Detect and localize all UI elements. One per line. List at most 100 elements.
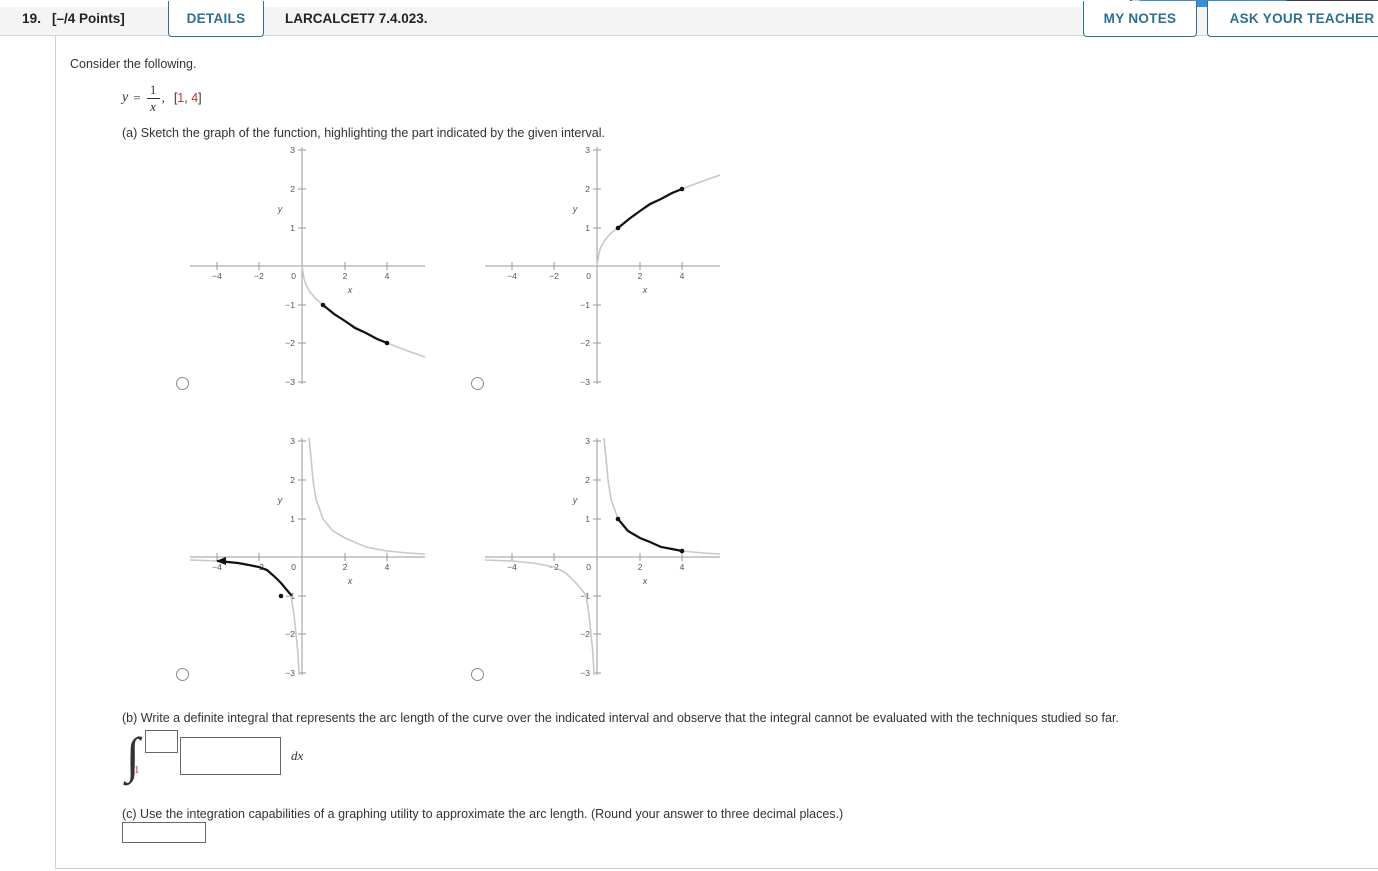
content-frame-bottom-border xyxy=(55,868,1378,869)
svg-text:−2: −2 xyxy=(580,338,590,348)
graph-choice-3-svg: −4 −2 2 4 0 3 2 1 −1 −2 −3 y x xyxy=(189,436,426,678)
svg-text:3: 3 xyxy=(585,436,590,446)
graph-choice-2-svg: −4 −2 2 4 0 3 2 1 −1 −2 −3 y x xyxy=(485,145,721,387)
curve-positive-branch-choice-4 xyxy=(603,437,721,555)
my-notes-button[interactable]: MY NOTES xyxy=(1083,1,1197,37)
svg-text:2: 2 xyxy=(343,271,348,281)
svg-text:4: 4 xyxy=(680,271,685,281)
svg-text:0: 0 xyxy=(586,271,591,281)
svg-text:−1: −1 xyxy=(285,300,295,310)
endpoint-marker xyxy=(679,186,685,192)
integral-lower-limit: 1 xyxy=(134,764,140,776)
svg-text:2: 2 xyxy=(343,562,348,572)
axes-choice-2 xyxy=(485,147,720,384)
svg-text:4: 4 xyxy=(680,562,685,572)
svg-text:2: 2 xyxy=(638,271,643,281)
interval-notation: [1, 4] xyxy=(174,91,202,105)
part-b-text: (b) Write a definite integral that repre… xyxy=(122,711,1119,725)
svg-text:−1: −1 xyxy=(580,591,590,601)
svg-text:0: 0 xyxy=(291,562,296,572)
equation-equals: = xyxy=(133,90,141,106)
svg-text:3: 3 xyxy=(290,145,295,155)
fraction-numerator: 1 xyxy=(149,83,157,97)
endpoint-marker xyxy=(615,516,621,522)
svg-text:x: x xyxy=(347,285,353,295)
svg-text:−2: −2 xyxy=(285,338,295,348)
graph-choice-1[interactable]: −4 −2 2 4 0 3 2 1 −1 −2 −3 y x xyxy=(185,142,430,387)
details-button[interactable]: DETAILS xyxy=(168,1,264,37)
svg-text:3: 3 xyxy=(290,436,295,446)
fraction-denominator: x xyxy=(150,98,156,114)
part-a-text: (a) Sketch the graph of the function, hi… xyxy=(122,126,605,140)
question-page: 19. [–/4 Points] DETAILS LARCALCET7 7.4.… xyxy=(0,0,1378,871)
radio-choice-4[interactable] xyxy=(471,668,484,681)
dx-label: dx xyxy=(291,748,304,763)
question-header-bar: 19. [–/4 Points] DETAILS LARCALCET7 7.4.… xyxy=(0,1,1378,37)
graph-choice-1-svg: −4 −2 2 4 0 3 2 1 −1 −2 −3 y x xyxy=(190,145,426,387)
part-c-text: (c) Use the integration capabilities of … xyxy=(122,807,844,821)
axes-choice-3 xyxy=(190,438,425,675)
svg-text:−2: −2 xyxy=(549,271,559,281)
endpoint-marker xyxy=(320,302,326,308)
problem-intro-text: Consider the following. xyxy=(70,57,197,71)
svg-text:−2: −2 xyxy=(580,629,590,639)
graph-choice-4-svg: −4 −2 2 4 0 3 2 1 −1 −2 −3 y x xyxy=(484,436,721,678)
svg-text:1: 1 xyxy=(585,223,590,233)
svg-text:−4: −4 xyxy=(212,271,222,281)
svg-text:2: 2 xyxy=(585,184,590,194)
svg-text:2: 2 xyxy=(290,475,295,485)
graph-choice-4[interactable]: −4 −2 2 4 0 3 2 1 −1 −2 −3 y x xyxy=(480,433,725,678)
radio-choice-2[interactable] xyxy=(471,377,484,390)
part-c-answer-input[interactable] xyxy=(122,822,206,843)
svg-text:y: y xyxy=(572,204,578,214)
svg-text:4: 4 xyxy=(385,562,390,572)
radio-choice-1[interactable] xyxy=(176,377,189,390)
curve-full-choice-2 xyxy=(596,174,721,267)
axes-choice-1 xyxy=(190,147,425,384)
svg-text:−4: −4 xyxy=(507,562,517,572)
svg-text:−3: −3 xyxy=(285,377,295,387)
svg-text:1: 1 xyxy=(290,514,295,524)
equation-comma: , xyxy=(161,90,165,106)
integral-upper-limit-input[interactable] xyxy=(145,730,178,753)
curve-negative-branch-choice-4 xyxy=(484,559,595,676)
svg-text:1: 1 xyxy=(290,223,295,233)
axes-choice-4 xyxy=(485,438,720,675)
svg-text:−3: −3 xyxy=(580,377,590,387)
integrand-input[interactable] xyxy=(180,737,281,775)
interval-close-bracket: ] xyxy=(198,91,202,106)
svg-text:x: x xyxy=(642,576,648,586)
svg-text:−4: −4 xyxy=(212,562,222,572)
fraction: 1 x xyxy=(146,83,160,114)
equation-lhs: y xyxy=(122,90,129,106)
svg-text:−2: −2 xyxy=(285,629,295,639)
endpoint-marker xyxy=(384,340,390,346)
svg-text:y: y xyxy=(572,495,578,505)
curve-highlight-choice-2 xyxy=(616,187,684,230)
svg-text:y: y xyxy=(277,204,283,214)
svg-text:−4: −4 xyxy=(507,271,517,281)
ask-your-teacher-button[interactable]: ASK YOUR TEACHER xyxy=(1207,1,1378,37)
svg-text:3: 3 xyxy=(585,145,590,155)
endpoint-marker xyxy=(615,225,621,231)
graph-choice-2[interactable]: −4 −2 2 4 0 3 2 1 −1 −2 −3 y x xyxy=(480,142,725,387)
question-number: 19. xyxy=(22,11,42,26)
svg-text:2: 2 xyxy=(638,562,643,572)
svg-text:x: x xyxy=(642,285,648,295)
graph-choice-3[interactable]: −4 −2 2 4 0 3 2 1 −1 −2 −3 y x xyxy=(185,433,430,678)
svg-text:0: 0 xyxy=(291,271,296,281)
points-badge: [–/4 Points] xyxy=(52,11,125,26)
curve-full-choice-1 xyxy=(301,265,426,358)
endpoint-marker xyxy=(278,593,284,599)
radio-choice-3[interactable] xyxy=(176,668,189,681)
svg-text:2: 2 xyxy=(290,184,295,194)
svg-text:y: y xyxy=(277,495,283,505)
endpoint-marker xyxy=(679,548,685,554)
curve-highlight-choice-3 xyxy=(216,559,293,597)
svg-text:−2: −2 xyxy=(254,271,264,281)
curve-highlight-choice-1 xyxy=(321,303,389,345)
function-equation: y = 1 x , [1, 4] xyxy=(122,84,202,113)
svg-text:4: 4 xyxy=(385,271,390,281)
svg-text:2: 2 xyxy=(585,475,590,485)
curve-negative-branch-choice-3 xyxy=(189,559,300,676)
